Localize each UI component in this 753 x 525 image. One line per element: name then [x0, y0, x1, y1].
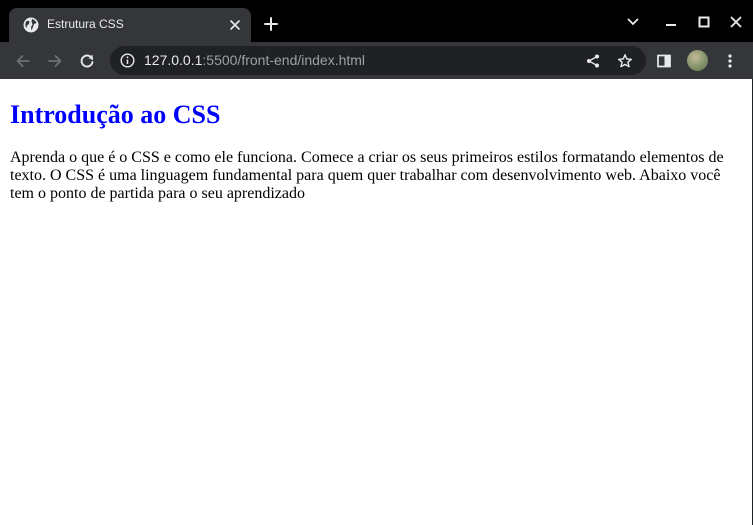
maximize-icon[interactable] [697, 15, 711, 29]
url-path: :5500/front-end/index.html [202, 52, 366, 68]
close-icon[interactable] [227, 17, 243, 33]
page-viewport: Introdução ao CSS Aprenda o que é o CSS … [0, 79, 752, 525]
tab-title: Estrutura CSS [47, 17, 124, 31]
reload-icon[interactable] [78, 52, 96, 70]
avatar[interactable] [687, 50, 708, 71]
page-paragraph: Aprenda o que é o CSS e como ele funcion… [10, 149, 724, 202]
minimize-icon[interactable] [664, 15, 678, 29]
arrow-left-icon[interactable] [14, 52, 32, 70]
address-bar[interactable]: 127.0.0.1:5500/front-end/index.html [110, 46, 646, 75]
side-panel-icon[interactable] [655, 52, 673, 70]
close-icon[interactable] [729, 15, 743, 29]
url-text[interactable]: 127.0.0.1:5500/front-end/index.html [144, 52, 365, 69]
toolbar: 127.0.0.1:5500/front-end/index.html [0, 42, 753, 79]
browser-tab[interactable]: Estrutura CSS [9, 8, 251, 42]
info-icon[interactable] [120, 53, 135, 68]
arrow-right-icon[interactable] [46, 52, 64, 70]
plus-icon[interactable] [263, 16, 279, 32]
page-heading: Introdução ao CSS [10, 100, 221, 129]
chevron-down-icon[interactable] [626, 15, 640, 29]
url-host: 127.0.0.1 [144, 52, 203, 68]
tab-strip: Estrutura CSS [0, 0, 753, 42]
share-icon[interactable] [585, 53, 601, 69]
globe-icon [23, 17, 39, 33]
star-icon[interactable] [617, 53, 633, 69]
kebab-menu-icon[interactable] [721, 52, 739, 70]
